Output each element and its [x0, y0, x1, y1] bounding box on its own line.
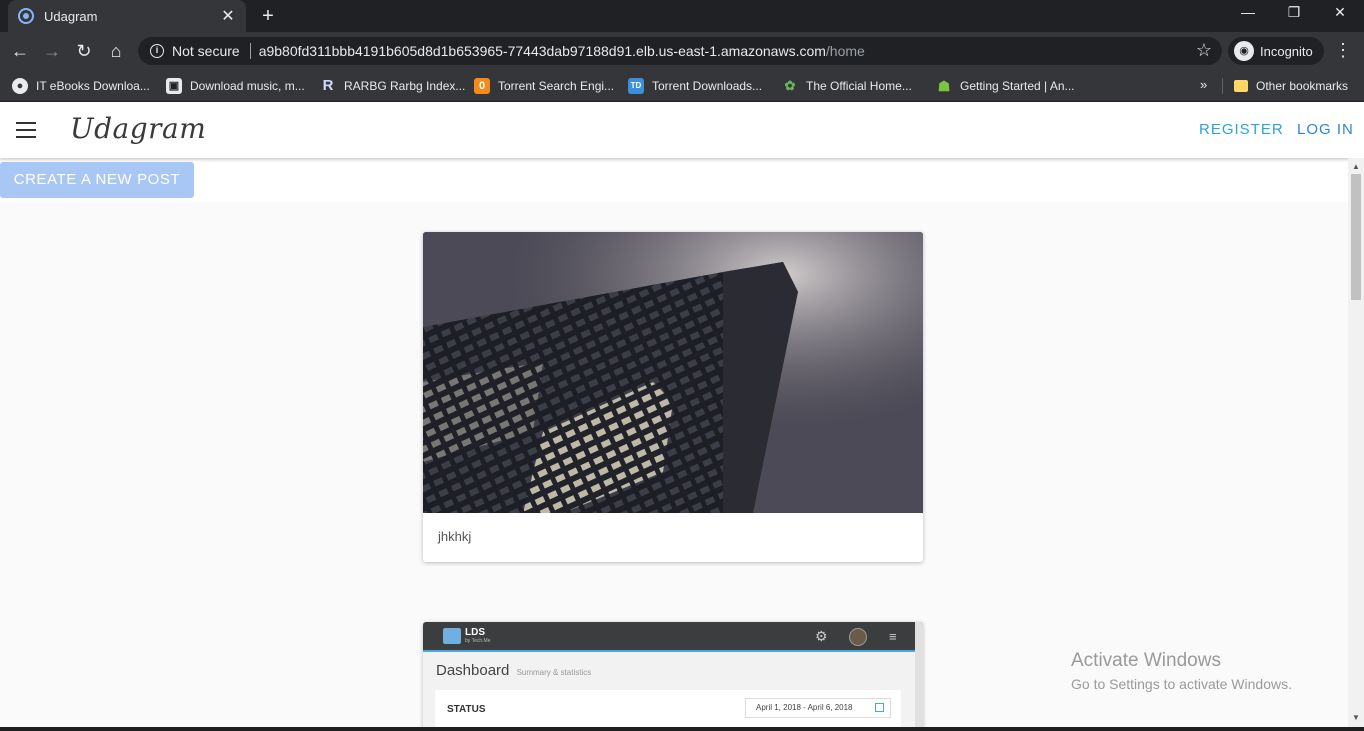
bookmark-item[interactable]: TD Torrent Downloads...: [628, 76, 762, 96]
bookmark-star-icon[interactable]: ☆: [1196, 40, 1212, 61]
feed-post-card[interactable]: jhkhkj: [423, 232, 923, 562]
bookmark-label: Torrent Search Engi...: [498, 79, 615, 93]
restore-window-icon[interactable]: ❐: [1284, 4, 1304, 21]
watermark-title: Activate Windows: [1071, 650, 1221, 671]
bookmark-label: The Official Home...: [806, 79, 912, 93]
bookmark-label: RARBG Rarbg Index...: [344, 79, 466, 93]
other-bookmarks-label: Other bookmarks: [1256, 79, 1349, 93]
login-link[interactable]: LOG IN: [1297, 121, 1354, 138]
create-post-button[interactable]: CREATE A NEW POST: [0, 162, 194, 198]
scroll-up-arrow-icon[interactable]: ▲: [1352, 163, 1360, 171]
avatar: [849, 628, 867, 646]
incognito-indicator[interactable]: ◉ Incognito: [1228, 37, 1324, 65]
tab-title: Udagram: [44, 8, 98, 24]
lds-logo-subtext: by Tech.Me: [465, 638, 491, 644]
app-header: Udagram REGISTER LOG IN: [0, 102, 1364, 158]
skyscraper-photo: [423, 232, 923, 513]
watermark-subtitle: Go to Settings to activate Windows.: [1071, 676, 1292, 692]
omnibox-divider: [249, 43, 251, 59]
new-tab-button[interactable]: +: [258, 5, 278, 28]
tab-close-icon[interactable]: ✕: [220, 6, 236, 26]
close-window-icon[interactable]: ✕: [1330, 4, 1350, 21]
windows-activation-watermark: Activate Windows Go to Settings to activ…: [1071, 650, 1292, 692]
bookmark-item[interactable]: ☗ Getting Started | An...: [936, 76, 1075, 96]
home-icon[interactable]: ⌂: [105, 40, 127, 62]
td-icon: TD: [628, 78, 644, 94]
android-icon: ☗: [937, 78, 951, 94]
reload-icon[interactable]: ↻: [73, 40, 95, 62]
browser-tab-strip: Udagram ✕ + — ❐ ✕: [0, 0, 1364, 32]
udagram-favicon-icon: [18, 8, 34, 24]
date-range-text: April 1, 2018 - April 6, 2018: [756, 703, 853, 712]
bookmark-item[interactable]: ● IT eBooks Downloa...: [12, 76, 150, 96]
site-info-icon[interactable]: i: [150, 44, 164, 58]
torrent-icon: 0: [474, 78, 490, 94]
security-status[interactable]: Not secure: [172, 43, 240, 59]
menu-icon: ≡: [889, 629, 897, 644]
url-path: /home: [825, 43, 865, 59]
lds-logo-icon: [443, 628, 461, 644]
status-label: STATUS: [447, 704, 486, 715]
bookmark-label: IT eBooks Downloa...: [36, 79, 150, 93]
tab-udagram[interactable]: Udagram ✕: [8, 0, 246, 32]
bookmark-item[interactable]: ✿ The Official Home...: [782, 76, 912, 96]
page-scrollbar[interactable]: ▲ ▼: [1348, 158, 1364, 731]
bookmark-label: Torrent Downloads...: [652, 79, 763, 93]
scrollbar-thumb[interactable]: [1351, 174, 1361, 300]
hamburger-line: [16, 129, 36, 131]
address-bar[interactable]: i Not secure a9b80fd311bbb4191b605d8d1b6…: [138, 37, 1222, 65]
feed-post-card[interactable]: LDS by Tech.Me ⚙ ≡ Dashboard Summary & s…: [423, 622, 923, 731]
incognito-label: Incognito: [1260, 43, 1313, 59]
post-image-dashboard-header: LDS by Tech.Me ⚙ ≡: [423, 622, 923, 652]
hamburger-line: [16, 136, 36, 138]
incognito-icon: ◉: [1234, 41, 1254, 61]
bookmark-item[interactable]: 0 Torrent Search Engi...: [474, 76, 614, 96]
dashboard-subtitle: Summary & statistics: [516, 668, 592, 677]
post-image: [423, 232, 923, 513]
scroll-down-arrow-icon[interactable]: ▼: [1352, 714, 1360, 722]
back-arrow-icon[interactable]: ←: [9, 40, 31, 62]
lds-logo-text: LDS: [465, 627, 485, 638]
post-caption: jhkhkj: [438, 529, 472, 544]
bookmarks-divider: [1222, 78, 1223, 94]
folder-icon: [1234, 80, 1248, 92]
leaf-icon: ✿: [784, 78, 796, 93]
forward-arrow-icon[interactable]: →: [41, 40, 63, 62]
taskbar-edge: [0, 727, 1364, 731]
hamburger-line: [16, 122, 36, 124]
dashboard-title-text: Dashboard: [436, 662, 510, 679]
browser-menu-icon[interactable]: ⋮: [1334, 40, 1352, 61]
main-content[interactable]: CREATE A NEW POST jhkhkj LDS by Tech.Me …: [0, 158, 1348, 731]
bookmarks-bar: ● IT eBooks Downloa... ▣ Download music,…: [0, 70, 1364, 102]
app-logo[interactable]: Udagram: [70, 112, 206, 145]
action-strip: CREATE A NEW POST: [0, 158, 1348, 202]
monitor-icon: ▣: [166, 78, 182, 94]
bookmark-label: Getting Started | An...: [960, 79, 1075, 93]
minimize-window-icon[interactable]: —: [1238, 4, 1258, 20]
status-panel: STATUS April 1, 2018 - April 6, 2018: [435, 690, 901, 731]
more-bookmarks-chevron-icon[interactable]: »: [1200, 77, 1207, 92]
calendar-icon: [875, 703, 884, 712]
gear-icon: ⚙: [815, 628, 828, 644]
dashboard-title: Dashboard Summary & statistics: [436, 662, 591, 679]
register-link[interactable]: REGISTER: [1199, 121, 1284, 138]
other-bookmarks[interactable]: Other bookmarks: [1234, 76, 1348, 96]
menu-hamburger-icon[interactable]: [16, 122, 36, 138]
browser-toolbar: ← → ↻ ⌂ i Not secure a9b80fd311bbb4191b6…: [0, 32, 1364, 70]
date-range-field: April 1, 2018 - April 6, 2018: [745, 698, 891, 718]
embedded-scrollbar: [915, 622, 923, 731]
bookmark-item[interactable]: ▣ Download music, m...: [166, 76, 305, 96]
bookmark-item[interactable]: R RARBG Rarbg Index...: [320, 76, 466, 96]
r-logo-icon: R: [322, 77, 334, 94]
bookmark-label: Download music, m...: [190, 79, 305, 93]
url-host: a9b80fd311bbb4191b605d8d1b653965-77443da…: [258, 43, 826, 59]
globe-icon: ●: [12, 78, 28, 94]
